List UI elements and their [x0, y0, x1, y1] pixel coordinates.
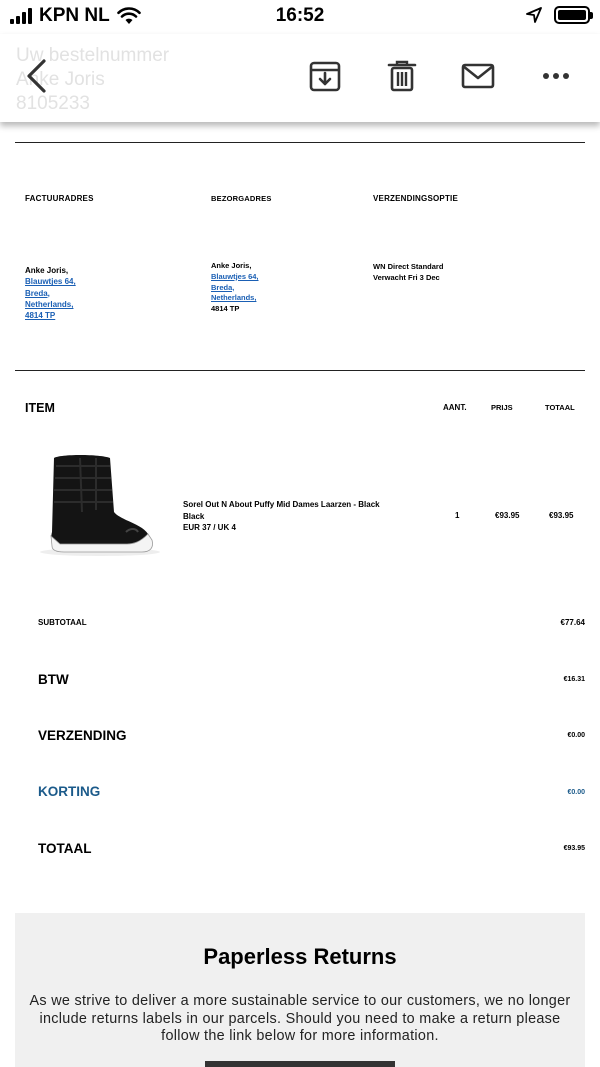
billing-name: Anke Joris, [25, 266, 69, 275]
delivery-method: WN Direct Standard [373, 262, 444, 271]
billing-country-link[interactable]: Netherlands, [25, 299, 76, 310]
vat-label: BTW [38, 672, 69, 687]
shipping-country-link[interactable]: Netherlands, [211, 293, 259, 304]
item-color: Black [183, 511, 205, 521]
status-bar: KPN NL 16:52 [0, 0, 600, 34]
total-value: €93.95 [563, 845, 585, 852]
black-snow-boot-image [40, 455, 160, 556]
item-qty: 1 [455, 511, 460, 520]
shipping-address: Anke Joris, Blauwtjes 64, Breda, Netherl… [211, 261, 259, 315]
status-bar-right [526, 6, 593, 24]
shipping-heading: BEZORGADRES [211, 194, 272, 203]
clock: 16:52 [275, 5, 325, 26]
qty-column-header: AANT. [443, 403, 467, 412]
back-button[interactable] [18, 54, 54, 98]
delivery-heading: VERZENDINGSOPTIE [373, 194, 458, 203]
more-button[interactable] [538, 54, 574, 98]
discount-label: KORTING [38, 784, 101, 799]
shipping-value: €0.00 [567, 732, 585, 739]
item-price: €93.95 [495, 511, 520, 520]
returns-text: As we strive to deliver a more sustainab… [29, 993, 571, 1044]
archive-icon [309, 61, 341, 92]
subtotal-value: €77.64 [560, 618, 585, 627]
item-details: Sorel Out N About Puffy Mid Dames Laarze… [183, 499, 380, 534]
delete-button[interactable] [382, 54, 422, 98]
returns-title: Paperless Returns [203, 944, 397, 969]
billing-postcode-link[interactable]: 4814 TP [25, 310, 76, 321]
location-arrow-icon [526, 7, 542, 23]
archive-button[interactable] [305, 54, 345, 98]
delivery-expected: Verwacht Fri 3 Dec [373, 272, 440, 282]
envelope-icon [461, 63, 495, 89]
total-column-header: TOTAAL [545, 403, 575, 412]
shipping-name: Anke Joris, [211, 261, 252, 270]
item-name: Sorel Out N About Puffy Mid Dames Laarze… [183, 500, 380, 509]
item-total: €93.95 [549, 511, 574, 520]
billing-street-link[interactable]: Blauwtjes 64, [25, 276, 76, 287]
divider [15, 370, 585, 371]
battery-icon [554, 6, 593, 24]
billing-heading: FACTUURADRES [25, 194, 94, 203]
shipping-street-link[interactable]: Blauwtjes 64, [211, 272, 259, 283]
discount-value: €0.00 [567, 789, 585, 796]
shipping-city-link[interactable]: Breda, [211, 283, 259, 294]
item-column-header: ITEM [25, 401, 55, 415]
chevron-left-icon [27, 59, 46, 93]
subtotal-label: SUBTOTAAL [38, 618, 87, 627]
delivery-option: WN Direct Standard Verwacht Fri 3 Dec [373, 262, 443, 283]
shipping-label: VERZENDING [38, 728, 127, 743]
shipping-postcode: 4814 TP [211, 304, 240, 314]
price-column-header: PRIJS [491, 403, 513, 412]
mail-toolbar: Uw bestelnummer Anke Joris 8105233 [0, 34, 600, 122]
vat-value: €16.31 [563, 676, 585, 683]
divider [15, 142, 585, 143]
trash-icon [387, 60, 417, 92]
paperless-returns-panel: Paperless Returns As we strive to delive… [15, 913, 585, 1067]
reply-mail-button[interactable] [458, 54, 498, 98]
total-label: TOTAAL [38, 841, 92, 856]
returns-info-button[interactable] [205, 1061, 395, 1067]
billing-address: Anke Joris, Blauwtjes 64, Breda, Netherl… [25, 265, 76, 321]
billing-city-link[interactable]: Breda, [25, 288, 76, 299]
more-dots-icon [543, 73, 569, 79]
item-size: EUR 37 / UK 4 [183, 523, 236, 532]
